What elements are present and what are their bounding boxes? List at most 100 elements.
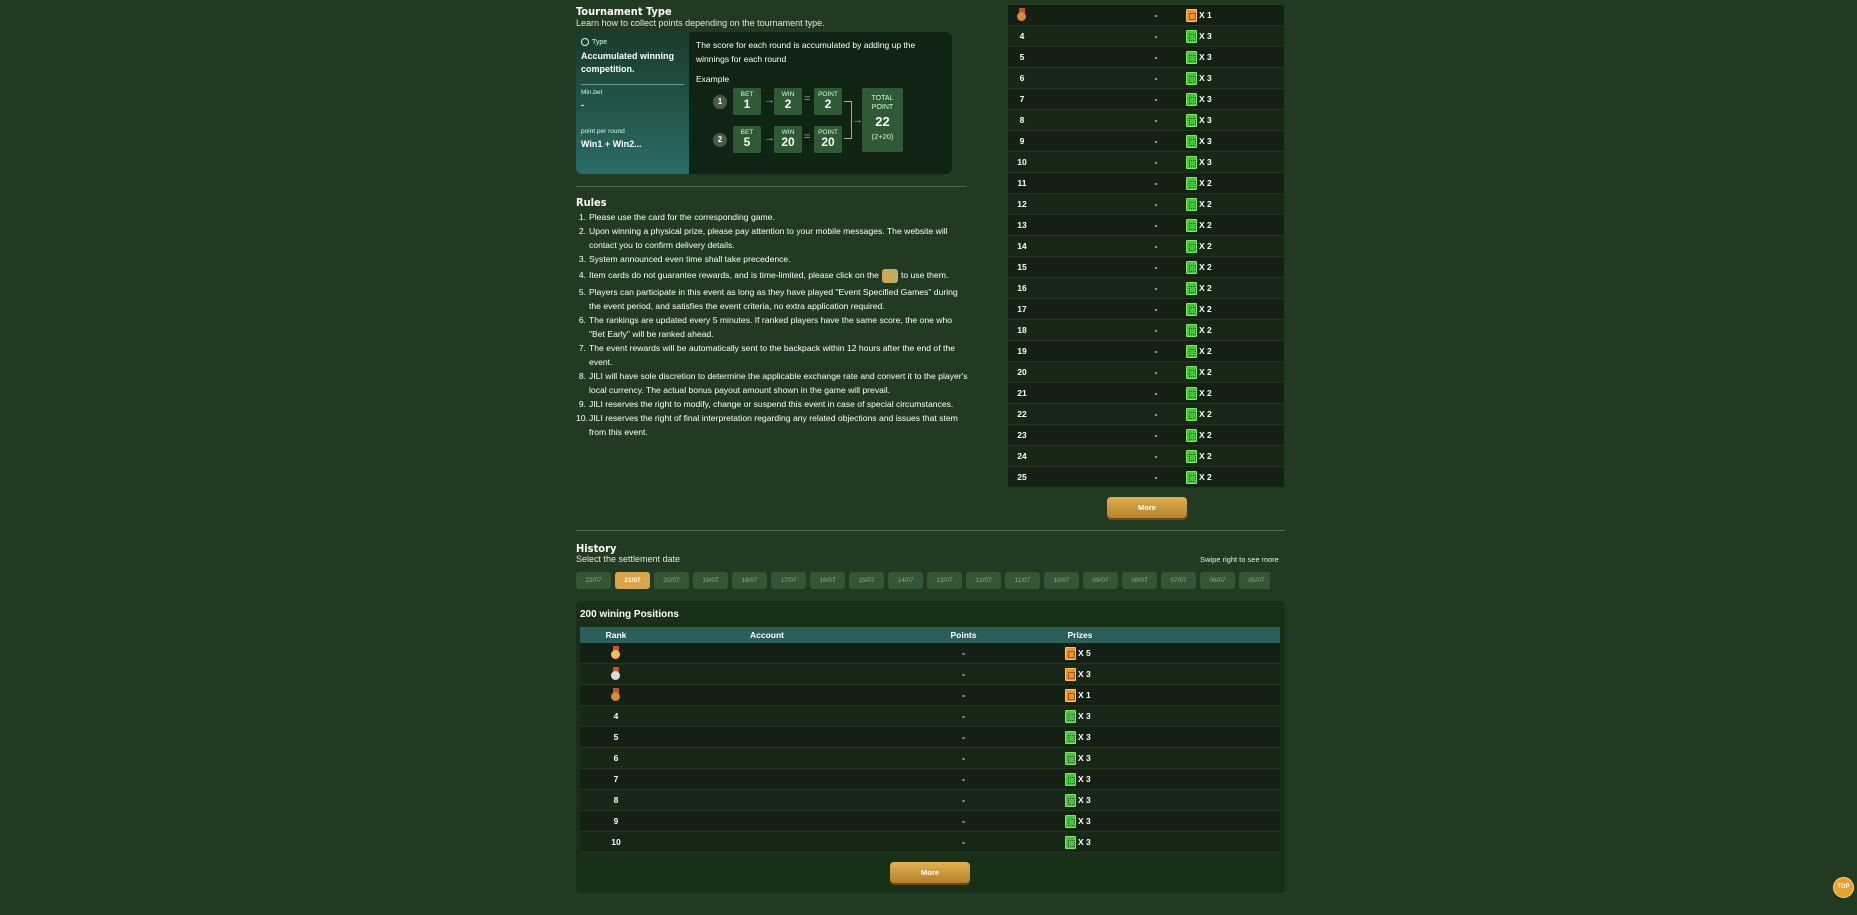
date-tab[interactable]: 21/07 (615, 572, 650, 589)
rank-number: 7 (1019, 94, 1025, 104)
bet-box: BET 1 (733, 88, 761, 115)
points-cell: - (1154, 10, 1158, 20)
green-card-icon (1186, 344, 1197, 358)
date-tab[interactable]: 07/07 (1161, 572, 1196, 589)
back-to-top-button[interactable]: TOP (1833, 877, 1854, 898)
table-row: 12 - X 2 (1008, 194, 1284, 215)
rank-cell: 7 (580, 774, 652, 784)
prize-multiplier: X 2 (1199, 472, 1212, 482)
date-tab[interactable]: 10/07 (1044, 572, 1079, 589)
date-tab[interactable]: 06/07 (1200, 572, 1235, 589)
date-tab[interactable]: 20/07 (654, 572, 689, 589)
rule-number: 5. (578, 286, 586, 297)
points-cell: - (1154, 367, 1158, 377)
table-row: 23 - X 2 (1008, 425, 1284, 446)
history-panel-title: 200 wining Positions (580, 609, 679, 620)
win-value: 2 (784, 97, 792, 111)
date-tab[interactable]: 22/07 (576, 572, 611, 589)
section-divider (576, 530, 1285, 531)
tournament-description: The score for each round is accumulated … (696, 40, 916, 64)
prize-cell: X 2 (1186, 176, 1212, 190)
bronze-medal-icon (1016, 7, 1028, 21)
rank-number: 25 (1017, 472, 1027, 482)
rank-number: 21 (1017, 388, 1027, 398)
date-tab[interactable]: 13/07 (927, 572, 962, 589)
rule-text: Please use the card for the correspondin… (589, 212, 775, 222)
history-more-button[interactable]: More (890, 862, 970, 883)
point-box: POINT 20 (814, 126, 842, 153)
prize-multiplier: X 3 (1078, 816, 1091, 826)
date-tab[interactable]: 15/07 (849, 572, 884, 589)
history-table: Rank Account Points Prizes - X 5 - X 3 -… (580, 627, 1280, 853)
rank-cell: 5 (580, 732, 652, 742)
gold-card-icon (1186, 8, 1197, 22)
green-card-icon (1186, 365, 1197, 379)
equals-icon: = (804, 131, 811, 143)
date-tab[interactable]: 17/07 (771, 572, 806, 589)
history-rows: - X 5 - X 3 - X 14 - X 35 - X 36 - X 37 … (580, 643, 1280, 853)
green-card-icon (1186, 92, 1197, 106)
green-card-icon (1186, 386, 1197, 400)
prize-multiplier: X 2 (1199, 178, 1212, 188)
table-row: 14 - X 2 (1008, 236, 1284, 257)
table-row: 7 - X 3 (1008, 89, 1284, 110)
green-card-icon (1186, 50, 1197, 64)
bracket (844, 101, 852, 139)
prize-cell: X 2 (1186, 323, 1212, 337)
rule-number: 4. (578, 270, 586, 280)
green-card-icon (1186, 134, 1197, 148)
prize-cell: X 3 (1045, 667, 1091, 681)
prize-cell: X 1 (1045, 688, 1091, 702)
rank-cell: 6 (1008, 73, 1036, 83)
prize-multiplier: X 2 (1199, 409, 1212, 419)
points-cell: - (962, 648, 965, 658)
prize-cell: X 3 (1186, 113, 1212, 127)
date-tab[interactable]: 19/07 (693, 572, 728, 589)
green-card-icon (1186, 281, 1197, 295)
rank-number: 24 (1017, 451, 1027, 461)
tournament-subtitle: Learn how to collect points depending on… (576, 18, 825, 28)
points-cell: - (1154, 73, 1158, 83)
rule-number: 2. (578, 226, 586, 236)
green-card-icon (1186, 113, 1197, 127)
point-box: POINT 2 (814, 88, 842, 115)
date-tab[interactable]: 11/07 (1005, 572, 1040, 589)
green-card-icon (1186, 239, 1197, 253)
rank-cell: 9 (580, 816, 652, 826)
points-cell: - (962, 837, 965, 847)
date-tab[interactable]: 12/07 (966, 572, 1001, 589)
rules-title: Rules (576, 196, 607, 209)
date-tab[interactable]: 08/07 (1122, 572, 1157, 589)
points-cell: - (1154, 157, 1158, 167)
prize-cell: X 3 (1045, 814, 1091, 828)
rank-number: 13 (1017, 220, 1027, 230)
prize-cell: X 2 (1186, 344, 1212, 358)
column-header-account: Account (750, 630, 784, 640)
points-cell: - (962, 753, 965, 763)
table-row: 25 - X 2 (1008, 467, 1284, 488)
green-card-icon (1186, 197, 1197, 211)
date-tab[interactable]: 16/07 (810, 572, 845, 589)
rank-cell: 7 (1008, 94, 1036, 104)
points-cell: - (1154, 409, 1158, 419)
rule-text: Upon winning a physical prize, please pa… (589, 226, 948, 250)
rank-cell: 8 (580, 795, 652, 805)
rank-number: 8 (613, 795, 619, 805)
green-card-icon (1065, 772, 1076, 786)
points-cell: - (1154, 220, 1158, 230)
prize-multiplier: X 2 (1199, 430, 1212, 440)
points-cell: - (962, 795, 965, 805)
table-row: 24 - X 2 (1008, 446, 1284, 467)
date-tab[interactable]: 18/07 (732, 572, 767, 589)
date-tab[interactable]: 05/07 (1239, 572, 1270, 589)
date-tab[interactable]: 09/07 (1083, 572, 1118, 589)
item-card-icon[interactable] (881, 268, 898, 283)
ranking-more-button[interactable]: More (1107, 497, 1187, 518)
rank-cell (580, 687, 652, 703)
table-row: 22 - X 2 (1008, 404, 1284, 425)
table-row: 18 - X 2 (1008, 320, 1284, 341)
date-tab[interactable]: 14/07 (888, 572, 923, 589)
prize-multiplier: X 3 (1199, 115, 1212, 125)
rank-cell: 10 (1008, 157, 1036, 167)
point-value: 20 (821, 135, 835, 149)
